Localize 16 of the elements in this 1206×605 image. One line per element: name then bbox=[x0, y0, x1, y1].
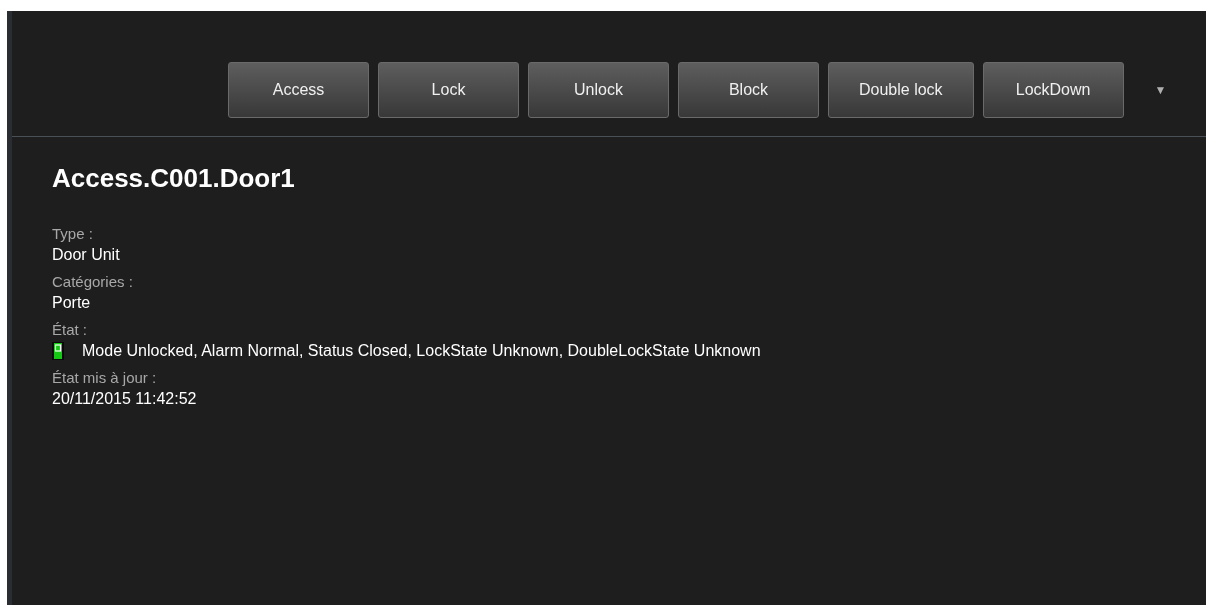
field-value: Mode Unlocked, Alarm Normal, Status Closed, LockState Unknown, DoubleLockState Unknown bbox=[82, 341, 761, 361]
field-label: État : bbox=[52, 320, 89, 340]
field-label: État mis à jour : bbox=[52, 368, 158, 388]
toolbar-button[interactable]: Block bbox=[678, 62, 819, 118]
door-title: Access.C001.Door1 bbox=[52, 162, 296, 195]
overflow-dropdown[interactable]: ▼ bbox=[1154, 81, 1167, 99]
field-label: Catégories : bbox=[52, 272, 134, 292]
toolbar-button[interactable]: Access bbox=[228, 62, 369, 118]
toolbar-button[interactable]: LockDown bbox=[982, 62, 1124, 118]
toolbar-button[interactable]: Lock bbox=[378, 62, 519, 118]
field-value: Door Unit bbox=[52, 245, 121, 265]
toolbar-button[interactable]: Double lock bbox=[828, 62, 974, 118]
toolbar-button[interactable]: Unlock bbox=[528, 62, 669, 118]
field-label: Type : bbox=[52, 224, 94, 244]
field-value: 20/11/2015 11:42:52 bbox=[52, 389, 198, 409]
field-value: Porte bbox=[52, 293, 92, 313]
